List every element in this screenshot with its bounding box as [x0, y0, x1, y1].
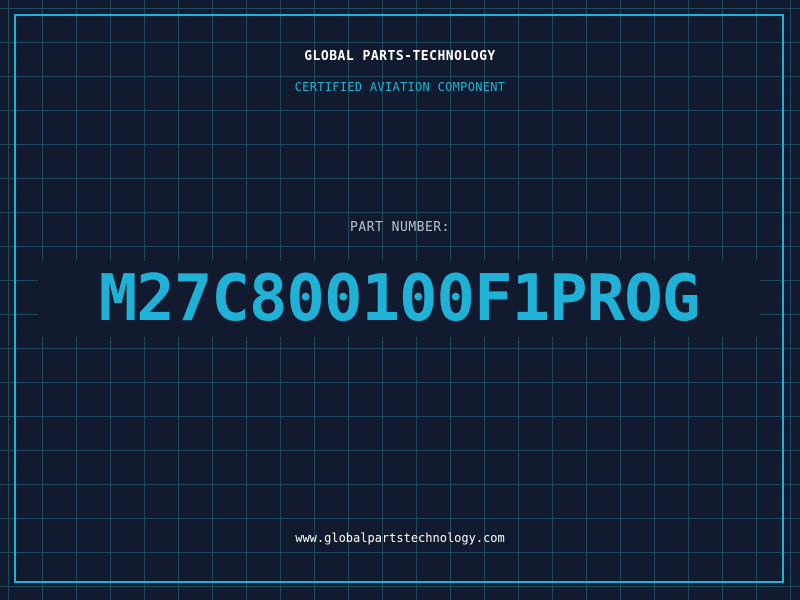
website-url: www.globalpartstechnology.com: [295, 531, 505, 545]
company-name: GLOBAL PARTS-TECHNOLOGY: [304, 49, 496, 64]
part-number-value: M27C800100F1PROG: [98, 262, 700, 336]
part-number-panel: M27C800100F1PROG: [38, 261, 760, 337]
part-number-label: PART NUMBER:: [350, 220, 450, 235]
certification-tagline: CERTIFIED AVIATION COMPONENT: [294, 80, 506, 94]
